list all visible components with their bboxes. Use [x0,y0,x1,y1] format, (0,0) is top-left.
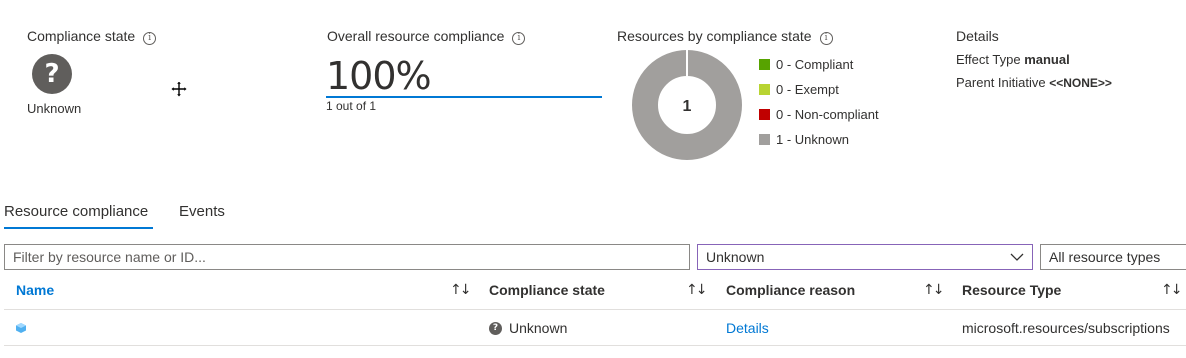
tab-resource-compliance[interactable]: Resource compliance [4,203,148,220]
info-icon[interactable]: i [819,32,833,45]
donut-legend: 0 - Compliant 0 - Exempt 0 - Non-complia… [759,52,879,152]
subscription-icon [15,321,27,333]
info-icon[interactable]: i [512,32,526,45]
details-link[interactable]: Details [726,320,769,336]
donut-center-count: 1 [683,98,692,115]
resource-type-dropdown[interactable]: All resource types [1040,244,1186,270]
sort-icon[interactable]: ↑↓ [1161,282,1183,298]
legend-swatch [759,59,770,70]
column-header-compliance-reason[interactable]: Compliance reason [726,282,855,298]
active-tab-indicator [4,227,153,229]
overall-compliance-title: Overall resource compliance i [327,28,526,45]
move-cursor-icon [170,80,188,98]
chevron-down-icon [1010,245,1024,269]
legend-compliant[interactable]: 0 - Compliant [759,52,879,77]
legend-unknown[interactable]: 1 - Unknown [759,127,879,152]
overall-compliance-percent: 100% [326,54,432,98]
column-header-compliance-state[interactable]: Compliance state [489,282,605,298]
row-divider [4,345,1186,346]
legend-swatch [759,109,770,120]
effect-type-row: Effect Type manual [956,52,1070,67]
legend-exempt[interactable]: 0 - Exempt [759,77,879,102]
overall-compliance-sub: 1 out of 1 [326,99,377,113]
legend-swatch [759,134,770,145]
legend-non-compliant[interactable]: 0 - Non-compliant [759,102,879,127]
compliance-state-title: Compliance state i [27,28,157,45]
tab-events[interactable]: Events [179,203,225,220]
parent-initiative-row: Parent Initiative <<NONE>> [956,75,1112,90]
column-header-name[interactable]: Name [16,282,54,298]
row-resource-type: microsoft.resources/subscriptions [962,320,1170,336]
percent-underline [326,96,602,98]
compliance-state-dropdown[interactable]: Unknown [697,244,1033,270]
legend-swatch [759,84,770,95]
resource-filter-input[interactable]: Filter by resource name or ID... [4,244,690,270]
compliance-donut: 1 [632,50,742,160]
sort-icon[interactable]: ↑↓ [923,282,945,298]
details-title: Details [956,28,999,44]
question-icon: ? [32,54,72,94]
row-compliance-state: ? Unknown [489,320,567,336]
header-divider [4,309,1186,310]
sort-icon[interactable]: ↑↓ [450,282,472,298]
compliance-state-value: Unknown [27,101,82,116]
info-icon[interactable]: i [143,32,157,45]
question-icon: ? [489,321,502,335]
column-header-resource-type[interactable]: Resource Type [962,282,1061,298]
by-state-title: Resources by compliance state i [617,28,833,45]
sort-icon[interactable]: ↑↓ [686,282,708,298]
